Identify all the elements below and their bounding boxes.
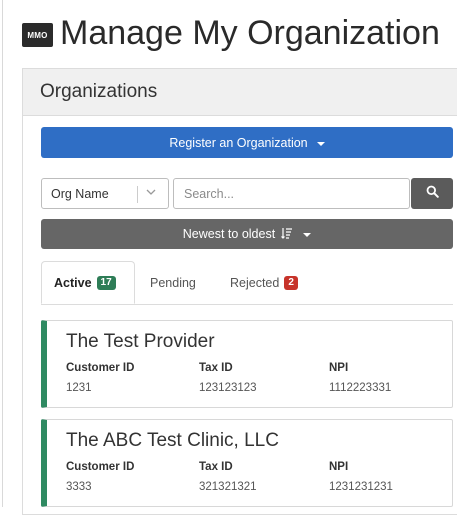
search-button[interactable] xyxy=(411,178,453,209)
npi-label: NPI xyxy=(329,461,349,473)
organization-name: The Test Provider xyxy=(66,331,215,352)
tax-id-value: 123123123 xyxy=(199,382,257,394)
page-title: Manage My Organization xyxy=(60,13,440,52)
caret-down-icon xyxy=(303,233,312,237)
register-organization-button[interactable]: Register an Organization xyxy=(41,127,453,158)
chevron-down-icon xyxy=(146,187,156,200)
page-header: MMO Manage My Organization xyxy=(0,0,457,66)
tax-id-label: Tax ID xyxy=(199,461,233,473)
caret-down-icon xyxy=(316,141,325,146)
tax-id-value: 321321321 xyxy=(199,481,257,493)
organization-card[interactable]: The Test Provider Customer ID Tax ID NPI… xyxy=(41,320,453,408)
tab-pending-label: Pending xyxy=(150,275,196,290)
tab-rejected-label: Rejected xyxy=(230,275,280,290)
rejected-count-badge: 2 xyxy=(284,275,298,290)
register-organization-label: Register an Organization xyxy=(169,135,308,150)
organization-card[interactable]: The ABC Test Clinic, LLC Customer ID Tax… xyxy=(41,419,453,507)
tab-rejected[interactable]: Rejected 2 xyxy=(230,261,298,304)
panel-title: Organizations xyxy=(23,69,457,116)
organizations-panel: Organizations Register an Organization O… xyxy=(22,68,457,515)
npi-label: NPI xyxy=(329,362,349,374)
customer-id-value: 1231 xyxy=(66,382,92,394)
org-filter-select[interactable]: Org Name xyxy=(41,178,169,209)
tab-pending[interactable]: Pending xyxy=(150,261,196,304)
page-left-border xyxy=(2,0,3,507)
sort-order-icon xyxy=(281,227,293,242)
tab-active[interactable]: Active 17 xyxy=(41,261,135,304)
status-tabs: Active 17 Pending Rejected 2 xyxy=(41,261,453,305)
search-icon xyxy=(426,185,439,203)
mmo-logo: MMO xyxy=(22,23,53,47)
org-filter-value: Org Name xyxy=(51,186,109,201)
active-count-badge: 17 xyxy=(96,275,116,290)
select-separator xyxy=(137,186,138,203)
sort-label: Newest to oldest xyxy=(182,227,276,241)
tab-active-label: Active xyxy=(54,275,92,290)
npi-value: 1112223331 xyxy=(329,382,392,394)
npi-value: 1231231231 xyxy=(329,481,393,493)
customer-id-value: 3333 xyxy=(66,481,92,493)
sort-button[interactable]: Newest to oldest xyxy=(41,219,453,249)
tax-id-label: Tax ID xyxy=(199,362,233,374)
customer-id-label: Customer ID xyxy=(66,362,135,374)
search-row: Org Name xyxy=(41,178,453,211)
organization-name: The ABC Test Clinic, LLC xyxy=(66,430,279,451)
customer-id-label: Customer ID xyxy=(66,461,135,473)
search-input[interactable] xyxy=(173,178,410,209)
